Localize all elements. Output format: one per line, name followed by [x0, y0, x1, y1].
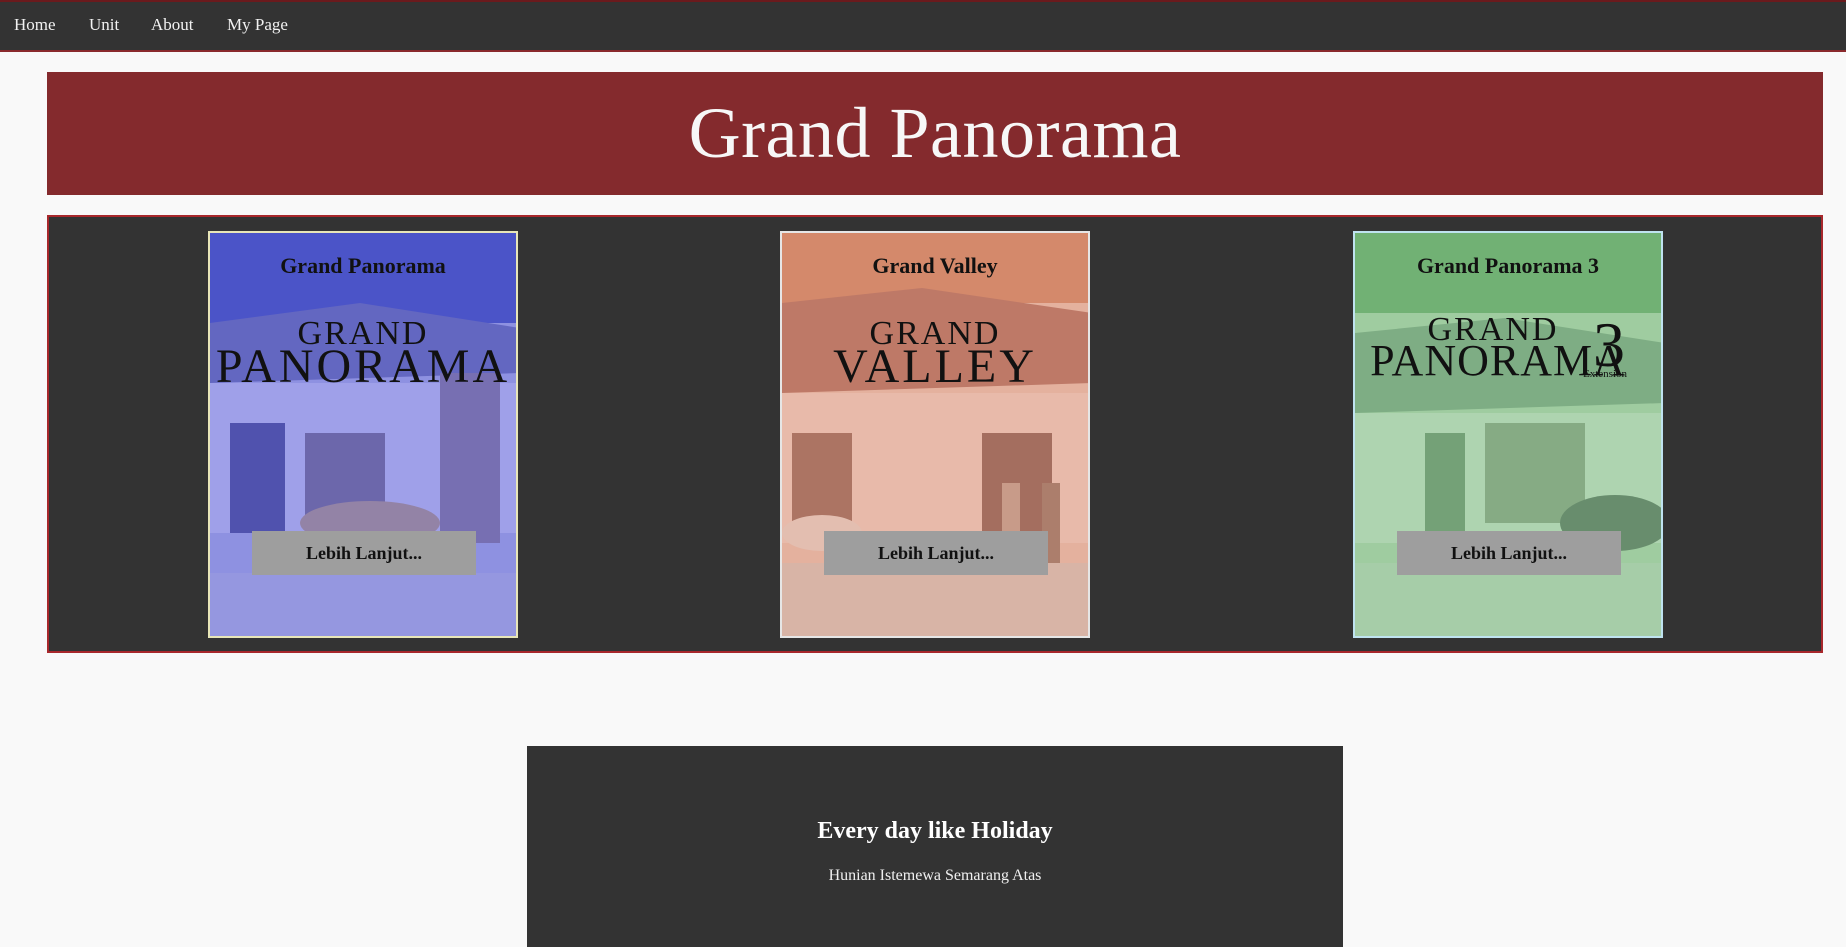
- house-image: [782, 233, 1088, 636]
- tagline-heading: Every day like Holiday: [817, 818, 1053, 844]
- tagline-panel: Every day like Holiday Hunian Istemewa S…: [527, 746, 1343, 947]
- grand-panorama-3-logo: GRAND PANORAMA 3 Extension: [1370, 309, 1627, 385]
- learn-more-button[interactable]: Lebih Lanjut...: [824, 531, 1048, 575]
- nav-unit-link[interactable]: Unit: [89, 15, 119, 35]
- unit-card-grand-panorama[interactable]: Grand Panorama GRAND PANORAMA Lebih Lanj…: [208, 231, 518, 638]
- grand-valley-logo: GRAND VALLEY: [833, 315, 1037, 393]
- nav-home-link[interactable]: Home: [14, 15, 56, 35]
- hero-banner: Grand Panorama: [47, 72, 1823, 195]
- grand-panorama-logo: GRAND PANORAMA: [215, 315, 511, 393]
- top-nav: Home Unit About My Page: [0, 0, 1846, 52]
- units-section: Grand Panorama GRAND PANORAMA Lebih Lanj…: [47, 215, 1823, 653]
- unit-card-grand-panorama-3[interactable]: Grand Panorama 3 GRAND PANORAMA 3 Extens…: [1353, 231, 1663, 638]
- nav-about-link[interactable]: About: [151, 15, 194, 35]
- house-image: [1355, 233, 1661, 636]
- hero-title: Grand Panorama: [688, 93, 1182, 173]
- tagline-subtitle: Hunian Istemewa Semarang Atas: [828, 867, 1042, 884]
- learn-more-button[interactable]: Lebih Lanjut...: [1397, 531, 1621, 575]
- card-title: Grand Panorama 3: [1416, 253, 1600, 278]
- unit-card-grand-valley[interactable]: Grand Valley GRAND VALLEY Lebih Lanjut..…: [780, 231, 1090, 638]
- card-title: Grand Panorama: [280, 253, 446, 278]
- learn-more-button[interactable]: Lebih Lanjut...: [252, 531, 476, 575]
- nav-my-page-link[interactable]: My Page: [227, 15, 288, 35]
- card-title: Grand Valley: [872, 253, 998, 278]
- house-image: [210, 233, 516, 636]
